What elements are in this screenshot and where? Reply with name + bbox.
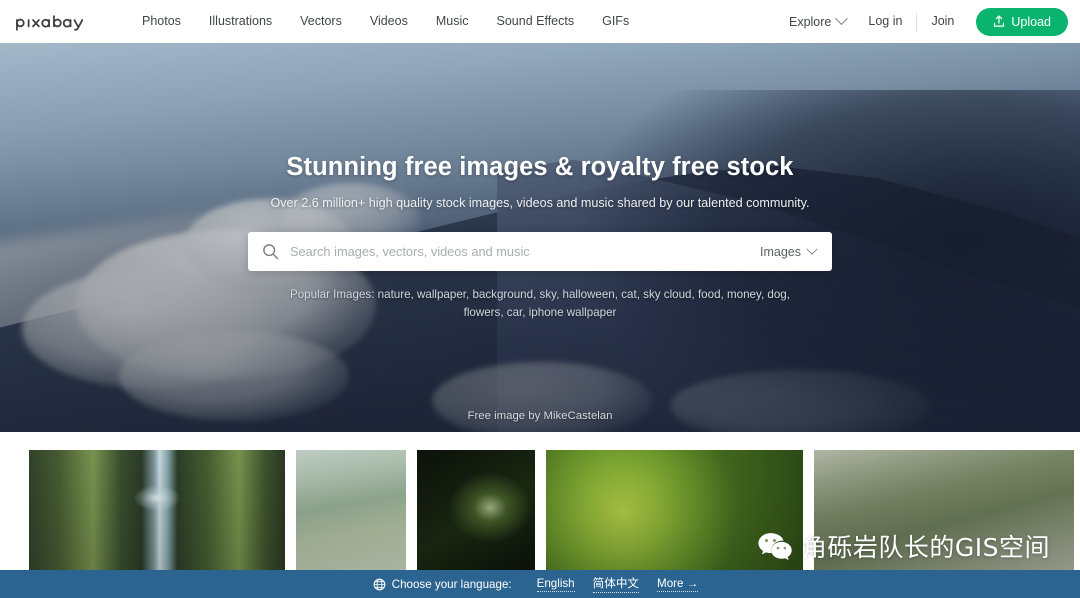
- chevron-down-icon: [835, 12, 849, 26]
- language-link-chinese[interactable]: 简体中文: [592, 575, 640, 593]
- primary-nav: Photos Illustrations Vectors Videos Musi…: [128, 0, 643, 43]
- nav-item-photos[interactable]: Photos: [128, 0, 195, 43]
- join-link[interactable]: Join: [919, 0, 966, 43]
- language-bar: Choose your language: English 简体中文 More …: [0, 570, 1080, 598]
- popular-tag[interactable]: wallpaper: [417, 288, 466, 301]
- site-header: Photos Illustrations Vectors Videos Musi…: [0, 0, 1080, 43]
- popular-tag[interactable]: money: [727, 288, 761, 301]
- gallery-thumb-waterfall[interactable]: [29, 450, 285, 570]
- popular-tag[interactable]: nature: [378, 288, 411, 301]
- language-link-english[interactable]: English: [536, 577, 575, 592]
- search-input[interactable]: [290, 244, 748, 259]
- popular-tag[interactable]: sky: [540, 288, 557, 301]
- search-type-label: Images: [760, 244, 801, 259]
- pixabay-logo[interactable]: [14, 12, 92, 32]
- gallery-thumb-green-tomatoes[interactable]: [546, 450, 803, 570]
- gallery-thumb-misty-forest[interactable]: [296, 450, 406, 570]
- nav-item-vectors[interactable]: Vectors: [286, 0, 356, 43]
- gallery-thumb-fern[interactable]: [417, 450, 535, 570]
- language-bar-label: Choose your language:: [391, 577, 512, 591]
- popular-tag[interactable]: halloween: [563, 288, 615, 301]
- popular-tag[interactable]: dog: [767, 288, 786, 301]
- image-gallery-strip: [0, 432, 1080, 570]
- header-divider: [916, 12, 918, 31]
- language-link-more[interactable]: More →: [657, 577, 699, 592]
- popular-tag[interactable]: cat: [621, 288, 636, 301]
- nav-item-sound-effects[interactable]: Sound Effects: [483, 0, 589, 43]
- popular-tag-list: nature, wallpaper, background, sky, hall…: [377, 288, 790, 319]
- page-title: Stunning free images & royalty free stoc…: [286, 153, 794, 181]
- login-link[interactable]: Log in: [856, 0, 914, 43]
- popular-tag[interactable]: car: [507, 306, 522, 319]
- popular-tag[interactable]: sky cloud: [643, 288, 691, 301]
- upload-icon: [994, 15, 1005, 27]
- search-type-dropdown[interactable]: Images: [748, 243, 832, 259]
- gallery-thumb-hummingbird[interactable]: [814, 450, 1074, 570]
- chevron-down-icon: [806, 243, 818, 255]
- nav-item-gifs[interactable]: GIFs: [588, 0, 643, 43]
- popular-tag[interactable]: iphone wallpaper: [529, 306, 617, 319]
- explore-menu[interactable]: Explore: [779, 12, 856, 29]
- header-actions: Explore Log in Join Upload: [779, 0, 1080, 43]
- explore-label: Explore: [788, 14, 832, 29]
- search-bar: Images: [248, 232, 832, 271]
- nav-item-illustrations[interactable]: Illustrations: [195, 0, 286, 43]
- nav-item-videos[interactable]: Videos: [356, 0, 422, 43]
- popular-tag[interactable]: background: [472, 288, 533, 301]
- popular-tag[interactable]: food: [698, 288, 721, 301]
- popular-images-tags: Popular Images: nature, wallpaper, backg…: [270, 286, 810, 322]
- popular-prefix: Popular Images:: [290, 288, 375, 301]
- upload-button[interactable]: Upload: [976, 7, 1068, 36]
- hero-section: Stunning free images & royalty free stoc…: [0, 43, 1080, 432]
- upload-label: Upload: [1011, 14, 1051, 29]
- globe-icon: [373, 578, 386, 590]
- image-credit[interactable]: Free image by MikeCastelan: [0, 410, 1080, 422]
- search-icon: [263, 244, 279, 260]
- popular-tag[interactable]: flowers: [464, 306, 501, 319]
- hero-subtitle: Over 2.6 million+ high quality stock ima…: [270, 196, 810, 210]
- nav-item-music[interactable]: Music: [422, 0, 483, 43]
